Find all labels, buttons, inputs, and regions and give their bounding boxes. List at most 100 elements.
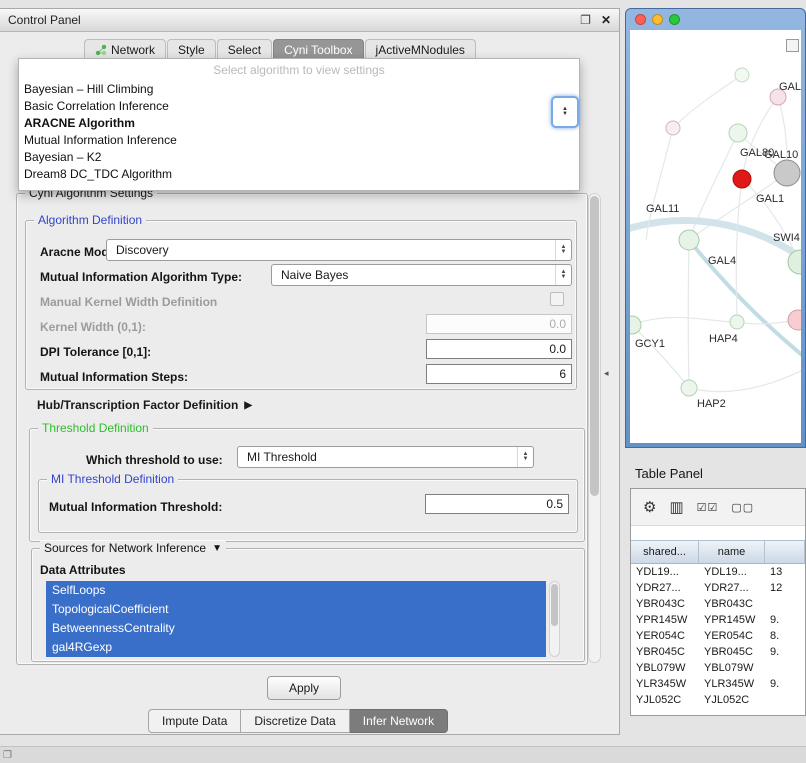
network-node[interactable]	[681, 380, 697, 396]
table-row[interactable]: YLR345WYLR345W9.	[631, 676, 805, 692]
node-label-gcy1: GCY1	[635, 338, 665, 350]
apply-button[interactable]: Apply	[267, 676, 341, 700]
table-cell: 8.	[765, 628, 805, 644]
algorithm-option-basic-correlation-inference[interactable]: Basic Correlation Inference	[19, 97, 579, 114]
network-tab-icon	[95, 44, 107, 56]
algorithm-combo-stepper[interactable]: ▲▼	[551, 96, 579, 128]
network-edge[interactable]	[688, 240, 689, 388]
network-node[interactable]	[729, 124, 747, 142]
algorithm-option-mutual-information-inference[interactable]: Mutual Information Inference	[19, 131, 579, 148]
select-all-checkboxes-icon[interactable]: ☑☑	[697, 501, 719, 514]
expand-down-icon: ▼	[212, 543, 222, 554]
float-window-icon[interactable]: ❐	[580, 13, 591, 27]
manual-kernel-label: Manual Kernel Width Definition	[40, 295, 217, 309]
attribute-item-gal4rgexp[interactable]: gal4RGexp	[46, 638, 546, 657]
table-cell: YBL079W	[699, 660, 765, 676]
table-row[interactable]: YPR145WYPR145W9.	[631, 612, 805, 628]
aracne-mode-select[interactable]: Discovery ▲▼	[106, 239, 572, 261]
bottom-tabbar: Impute DataDiscretize DataInfer Network	[148, 709, 448, 733]
tab-label: Network	[111, 43, 155, 57]
table-cell: YBR043C	[631, 596, 699, 612]
mac-minimize-icon[interactable]	[652, 14, 663, 25]
node-label-gal4: GAL4	[708, 255, 736, 267]
mac-zoom-icon[interactable]	[669, 14, 680, 25]
table-row[interactable]: YER054CYER054C8.	[631, 628, 805, 644]
column-header-shared[interactable]: shared...	[631, 541, 699, 563]
combo-stepper-icon: ▲▼	[555, 240, 571, 260]
mi-threshold-label: Mutual Information Threshold:	[49, 500, 222, 514]
bottom-tab-discretize-data[interactable]: Discretize Data	[241, 709, 349, 733]
attribute-item-selfloops[interactable]: SelfLoops	[46, 581, 546, 600]
table-row[interactable]: YDL19...YDL19...13	[631, 564, 805, 580]
mi-type-select[interactable]: Naive Bayes ▲▼	[271, 264, 572, 286]
settings-scrollbar[interactable]	[588, 193, 601, 663]
table-toolbar: ⚙ ▥ ☑☑ ▢▢	[631, 489, 805, 526]
sources-group-title: Sources for Network Inference	[44, 541, 206, 555]
mi-threshold-input[interactable]: 0.5	[425, 494, 569, 514]
data-attributes-list: SelfLoopsTopologicalCoefficientBetweenne…	[46, 581, 546, 657]
attribute-item-topologicalcoefficient[interactable]: TopologicalCoefficient	[46, 600, 546, 619]
mi-steps-input[interactable]: 6	[426, 364, 572, 384]
table-row[interactable]: YBL079WYBL079W	[631, 660, 805, 676]
network-edge[interactable]	[632, 325, 689, 388]
sources-group-title-row[interactable]: Sources for Network Inference ▼	[40, 541, 226, 555]
network-node[interactable]	[774, 160, 800, 186]
algorithm-option-bayesian-hill-climbing[interactable]: Bayesian – Hill Climbing	[19, 80, 579, 97]
mac-close-icon[interactable]	[635, 14, 646, 25]
mi-threshold-definition-title: MI Threshold Definition	[47, 472, 178, 486]
scrollbar-thumb[interactable]	[551, 584, 558, 626]
bottom-tab-infer-network[interactable]: Infer Network	[350, 709, 448, 733]
bottom-tab-impute-data[interactable]: Impute Data	[148, 709, 241, 733]
attributes-list-scrollbar[interactable]	[549, 581, 560, 657]
table-cell: YER054C	[699, 628, 765, 644]
mi-steps-label: Mutual Information Steps:	[40, 370, 188, 384]
close-icon[interactable]: ✕	[601, 13, 611, 27]
clear-checkboxes-icon[interactable]: ▢▢	[731, 501, 754, 514]
network-node[interactable]	[666, 121, 680, 135]
table-row[interactable]: YBR043CYBR043C	[631, 596, 805, 612]
network-edge[interactable]	[673, 75, 742, 128]
network-node[interactable]	[679, 230, 699, 250]
which-threshold-select[interactable]: MI Threshold ▲▼	[237, 446, 534, 468]
network-node[interactable]	[788, 310, 801, 330]
columns-icon[interactable]: ▥	[669, 498, 683, 516]
hub-definition-label: Hub/Transcription Factor Definition	[37, 398, 238, 412]
canvas-scroll-corner[interactable]	[786, 39, 799, 52]
network-canvas[interactable]: GAL8GAL80GAL10GAL11GAL1SWI4GAL4GCY1HAP4H…	[630, 30, 801, 443]
network-node[interactable]	[730, 315, 744, 329]
table-cell: 13	[765, 564, 805, 580]
algorithm-option-dream8-dc-tdc-algorithm[interactable]: Dream8 DC_TDC Algorithm	[19, 165, 579, 182]
scrollbar-thumb[interactable]	[590, 196, 599, 496]
table-row[interactable]: YJL052CYJL052C	[631, 692, 805, 708]
tab-label: Style	[178, 43, 205, 57]
gear-icon[interactable]: ⚙	[643, 498, 656, 516]
table-row[interactable]: YDR27...YDR27...12	[631, 580, 805, 596]
dpi-tolerance-input[interactable]: 0.0	[426, 339, 572, 359]
panel-restore-icon[interactable]: ❐	[3, 750, 12, 761]
network-edge[interactable]	[632, 317, 737, 325]
network-node[interactable]	[733, 170, 751, 188]
splitter-collapse-icon[interactable]: ◂	[604, 368, 609, 379]
manual-kernel-checkbox	[550, 292, 564, 306]
network-edge[interactable]	[689, 370, 801, 392]
algorithm-option-bayesian-k2[interactable]: Bayesian – K2	[19, 148, 579, 165]
column-header-name[interactable]: name	[699, 541, 765, 563]
network-node[interactable]	[735, 68, 749, 82]
algorithm-option-aracne-algorithm[interactable]: ARACNE Algorithm	[19, 114, 579, 131]
tab-label: jActiveMNodules	[376, 43, 465, 57]
network-window-titlebar[interactable]	[626, 9, 805, 30]
window-titlebar[interactable]: Control Panel ❐ ✕	[0, 9, 619, 32]
network-edge[interactable]	[689, 240, 801, 360]
network-node[interactable]	[630, 316, 641, 334]
attribute-item-betweennesscentrality[interactable]: BetweennessCentrality	[46, 619, 546, 638]
node-label-gal11: GAL11	[646, 203, 679, 215]
sources-group: Sources for Network Inference ▼ Data Att…	[31, 548, 585, 662]
expand-right-icon: ▶	[244, 400, 252, 411]
algorithm-dropdown-popup: Select algorithm to view settings Bayesi…	[18, 58, 580, 191]
table-row[interactable]: YBR045CYBR045C9.	[631, 644, 805, 660]
network-graph: GAL8GAL80GAL10GAL11GAL1SWI4GAL4GCY1HAP4H…	[630, 30, 801, 443]
table-panel-window: ⚙ ▥ ☑☑ ▢▢ shared...name YDL19...YDL19...…	[630, 488, 806, 716]
network-edge[interactable]	[742, 97, 778, 179]
hub-definition-expander[interactable]: Hub/Transcription Factor Definition ▶	[37, 398, 252, 412]
column-header-col2[interactable]	[765, 541, 805, 563]
